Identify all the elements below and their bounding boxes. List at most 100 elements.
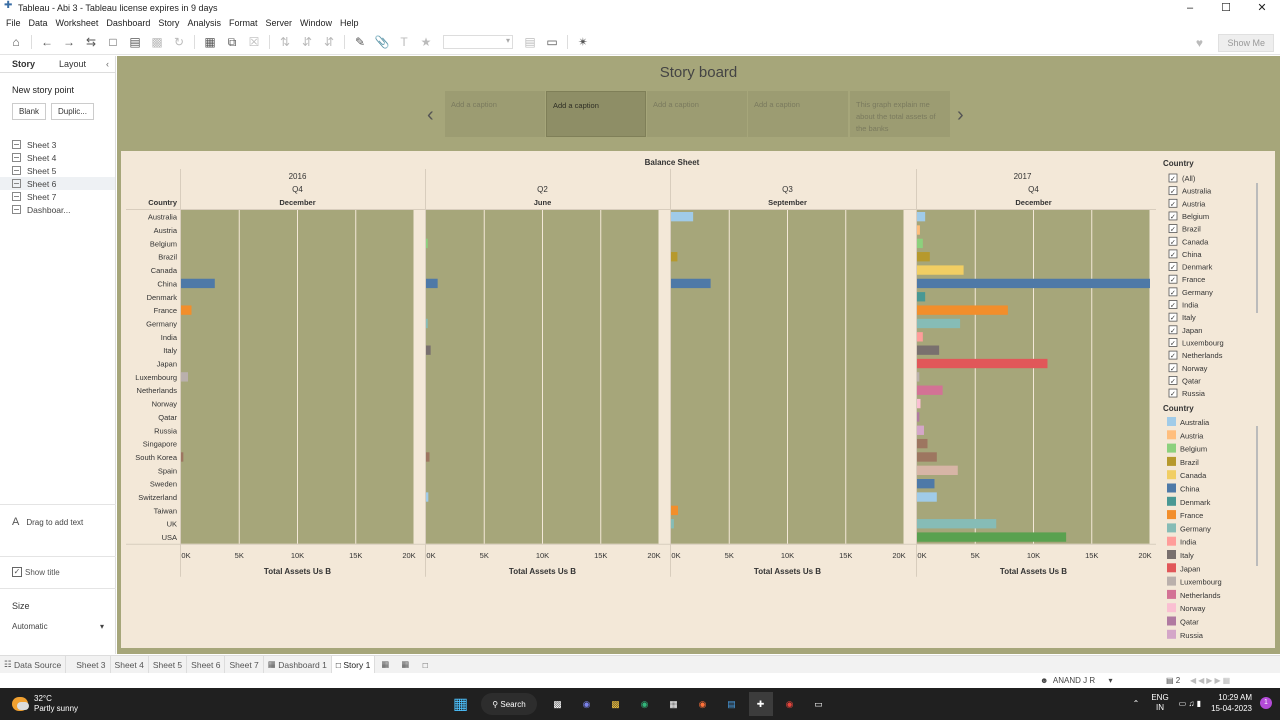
tab-story[interactable]: Story [0,56,47,73]
sheet-item[interactable]: Sheet 5 [0,164,115,177]
menu-worksheet[interactable]: Worksheet [52,18,103,28]
terminal-icon[interactable]: ▭ [807,692,831,716]
legend-item-label: Denmark [1180,498,1211,507]
new-dashboard-tab-icon[interactable]: ▦ [395,659,415,670]
weather-widget[interactable]: 32°C Partly sunny [12,694,78,714]
story-point[interactable]: Add a caption [748,91,848,137]
edge-browser-icon[interactable]: ◉ [633,692,657,716]
sheet-item[interactable]: Dashboar... [0,203,115,216]
replace-data-source-icon[interactable]: ⇆ [83,34,99,50]
firefox-icon[interactable]: ◉ [691,692,715,716]
refresh-icon[interactable]: ↻ [171,34,187,50]
tab-sheet-5[interactable]: Sheet 5 [149,655,188,674]
story-point[interactable]: Add a caption [647,91,747,137]
filter-item-label: Russia [1182,389,1206,398]
duplicate-sheet-icon[interactable]: ⧉ [224,34,240,50]
tab-sheet-3[interactable]: Sheet 3 [66,655,111,674]
network-volume-battery-icon[interactable]: ▭ ♫ ▮ [1179,699,1201,708]
menu-server[interactable]: Server [261,18,296,28]
bar [671,212,694,222]
checkmark-icon: ✓ [1170,214,1176,221]
task-view-icon[interactable]: ▩ [546,692,570,716]
legend-swatch [1167,603,1176,613]
menu-data[interactable]: Data [25,18,52,28]
menu-dashboard[interactable]: Dashboard [102,18,154,28]
next-story-point-icon[interactable]: › [957,104,964,127]
show-title-checkbox[interactable]: ✓ Show title [12,567,60,577]
tab-pager-icon[interactable]: ◀◀▶▶▦ [1190,676,1232,685]
file-explorer-icon[interactable]: ▩ [604,692,628,716]
duplicate-button[interactable]: Duplic... [51,103,94,120]
legend-swatch [1167,510,1176,520]
highlight-icon[interactable]: ✎ [352,34,368,50]
save-icon[interactable]: □ [105,34,121,50]
tab-story-1[interactable]: □ Story 1 [331,655,376,674]
tab-sheet-7[interactable]: Sheet 7 [225,655,264,674]
show-hidden-icons-icon[interactable]: ⌃ [1133,699,1140,708]
sheet-item[interactable]: Sheet 3 [0,138,115,151]
sheet-item[interactable]: Sheet 7 [0,190,115,203]
minimize-button[interactable]: – [1172,0,1208,15]
sheet-item[interactable]: Sheet 6 [0,177,115,190]
menu-story[interactable]: Story [154,18,183,28]
fit-dropdown[interactable] [443,35,513,49]
tab-sheet-4[interactable]: Sheet 4 [111,655,149,674]
menu-help[interactable]: Help [336,18,363,28]
sort-ascending-icon[interactable]: ⇵ [299,34,315,50]
show-cards-icon[interactable]: ▤ [522,34,538,50]
labels-icon[interactable]: T [396,34,412,50]
undo-icon[interactable]: ← [39,34,55,50]
presentation-mode-icon[interactable]: ▭ [544,34,560,50]
close-button[interactable]: ✕ [1244,0,1280,15]
user-menu[interactable]: ☻ ANAND J R ▾ [1040,676,1112,685]
notification-badge[interactable]: 1 [1260,697,1272,709]
notepad-icon[interactable]: ▤ [720,692,744,716]
sheet-item[interactable]: Sheet 4 [0,151,115,164]
clock[interactable]: 10:29 AM 15-04-2023 [1211,692,1252,714]
drag-text-object[interactable]: A Drag to add text [12,516,83,528]
menu-analysis[interactable]: Analysis [183,18,225,28]
size-dropdown[interactable]: Automatic [12,622,104,631]
chart-title: Balance Sheet [645,158,700,167]
new-worksheet-tab-icon[interactable]: ▦ [375,659,395,670]
windows-start-icon[interactable]: ▦ [449,692,473,716]
redo-icon[interactable]: → [61,34,77,50]
tab-data-source[interactable]: ☷ Data Source [0,655,67,674]
tableau-taskbar-icon[interactable]: ✚ [748,692,773,716]
tab-layout[interactable]: Layout [47,56,98,73]
new-data-source-icon[interactable]: ▤ [127,34,143,50]
taskbar-search[interactable]: ⚲ Search [481,693,537,715]
language-indicator[interactable]: ENG IN [1151,693,1168,713]
x-tick-label: 5K [235,551,244,560]
sheet-item-label: Sheet 4 [27,152,57,163]
menu-file[interactable]: File [2,18,25,28]
story-point[interactable]: Add a caption [445,91,545,137]
new-story-tab-icon[interactable]: □ [415,660,435,670]
group-icon[interactable]: 📎 [374,34,390,50]
tab-sheet-6[interactable]: Sheet 6 [187,655,226,674]
story-point[interactable]: This graph explain me about the total as… [850,91,950,137]
swap-rows-columns-icon[interactable]: ⇅ [277,34,293,50]
story-point-active[interactable]: Add a caption [546,91,646,137]
pin-icon[interactable]: ♥ [1191,35,1207,51]
menu-format[interactable]: Format [225,18,262,28]
chrome-icon[interactable]: ◉ [778,692,802,716]
blank-button[interactable]: Blank [12,103,47,120]
legend-item-label: Brazil [1180,458,1199,467]
clear-sheet-icon[interactable]: ☒ [246,34,262,50]
new-worksheet-icon[interactable]: ▦ [202,34,218,50]
collapse-pane-icon[interactable]: ‹ [100,56,115,73]
show-me-button[interactable]: Show Me [1218,34,1274,52]
pause-updates-icon[interactable]: ▩ [149,34,165,50]
teams-chat-icon[interactable]: ◉ [575,692,599,716]
previous-story-point-icon[interactable]: ‹ [427,104,434,127]
menu-window[interactable]: Window [296,18,336,28]
home-icon[interactable]: ⌂ [8,34,24,50]
sort-descending-icon[interactable]: ⇵ [321,34,337,50]
microsoft-store-icon[interactable]: ▦ [662,692,686,716]
share-icon[interactable]: ✴ [575,34,591,50]
tab-dashboard-1[interactable]: ▦ Dashboard 1 [264,655,332,674]
region-code: IN [1156,703,1164,712]
fix-axes-icon[interactable]: ★ [418,34,434,50]
maximize-button[interactable]: ☐ [1208,0,1244,15]
